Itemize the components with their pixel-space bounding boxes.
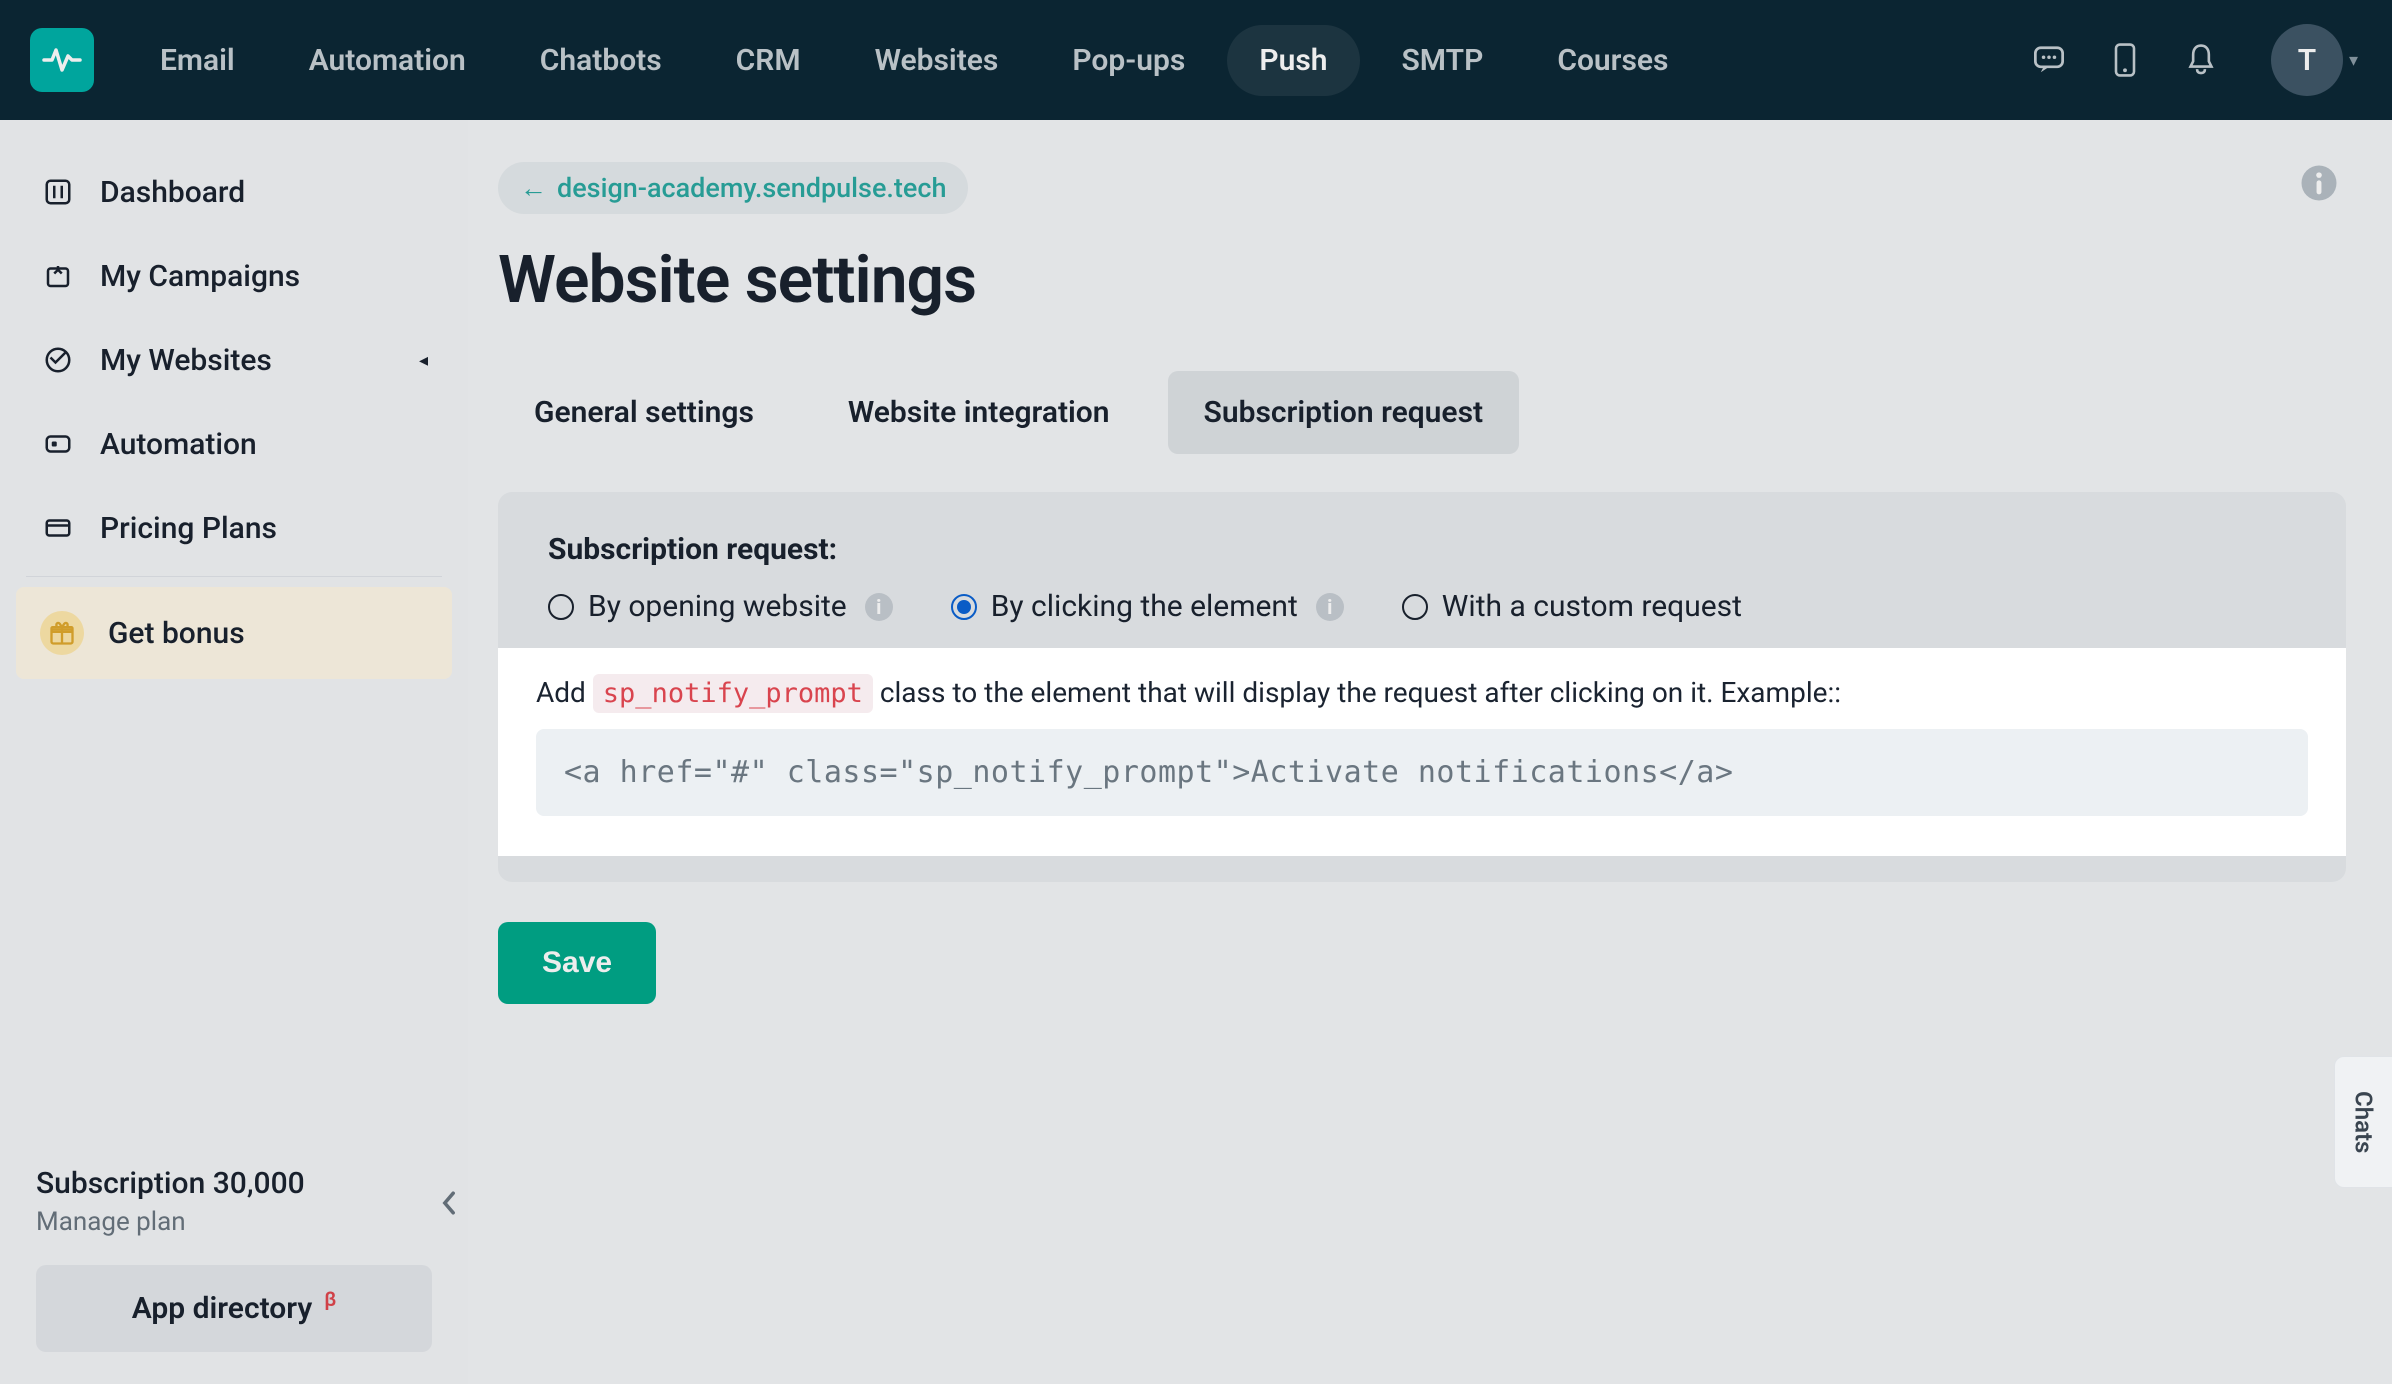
nav-item-chatbots[interactable]: Chatbots: [508, 25, 694, 96]
radio-indicator: [1402, 594, 1428, 620]
bell-icon[interactable]: [2183, 42, 2219, 78]
page-title: Website settings: [498, 242, 2346, 319]
chevron-down-icon: ▾: [2349, 50, 2358, 71]
radio-by-clicking-the-element[interactable]: By clicking the element i: [951, 589, 1344, 624]
radio-with-a-custom-request[interactable]: With a custom request: [1402, 589, 1742, 624]
settings-panel: Subscription request: By opening website…: [498, 492, 2346, 882]
tab-website-integration[interactable]: Website integration: [812, 371, 1146, 454]
breadcrumb[interactable]: ← design-academy.sendpulse.tech: [498, 162, 968, 214]
sidebar-collapse-button[interactable]: [434, 1188, 464, 1218]
nav-item-pop-ups[interactable]: Pop-ups: [1040, 25, 1217, 96]
subscription-count: Subscription 30,000: [36, 1166, 432, 1201]
websites-icon: [40, 342, 76, 378]
panel-heading: Subscription request:: [548, 532, 2296, 567]
messages-icon[interactable]: [2031, 42, 2067, 78]
sidebar-item-bonus[interactable]: Get bonus: [16, 587, 452, 679]
code-class-chip: sp_notify_prompt: [593, 674, 873, 713]
instruction-block: Add sp_notify_prompt class to the elemen…: [498, 648, 2346, 856]
automation-icon: [40, 426, 76, 462]
info-icon[interactable]: i: [865, 593, 893, 621]
chevron-left-icon: ◂: [419, 350, 428, 371]
nav-item-websites[interactable]: Websites: [843, 25, 1031, 96]
tabs: General settings Website integration Subsc…: [498, 371, 2346, 454]
sidebar-item-dashboard[interactable]: Dashboard: [16, 150, 452, 234]
sidebar-item-my-websites[interactable]: My Websites ◂: [16, 318, 452, 402]
avatar: T: [2271, 24, 2343, 96]
sidebar-item-label: My Websites: [100, 343, 272, 378]
pulse-icon: [42, 44, 82, 76]
instruction-pre: Add: [536, 676, 593, 709]
radio-by-opening-website[interactable]: By opening website i: [548, 589, 893, 624]
nav-item-crm[interactable]: CRM: [704, 25, 833, 96]
radio-indicator: [951, 594, 977, 620]
save-button[interactable]: Save: [498, 922, 656, 1004]
topbar: EmailAutomationChatbotsCRMWebsitesPop-up…: [0, 0, 2392, 120]
dashboard-icon: [40, 174, 76, 210]
sidebar-item-label: Dashboard: [100, 175, 245, 210]
sidebar-item-label: Get bonus: [108, 616, 245, 651]
app-directory-button[interactable]: App directory β: [36, 1265, 432, 1352]
code-example[interactable]: <a href="#" class="sp_notify_prompt">Act…: [536, 729, 2308, 816]
sidebar-item-pricing-plans[interactable]: Pricing Plans: [16, 486, 452, 570]
tab-general-settings[interactable]: General settings: [498, 371, 790, 454]
sidebar-footer: Subscription 30,000 Manage plan App dire…: [16, 1166, 452, 1360]
pricing-icon: [40, 510, 76, 546]
top-nav: EmailAutomationChatbotsCRMWebsitesPop-up…: [128, 25, 1700, 96]
sidebar-item-automation[interactable]: Automation: [16, 402, 452, 486]
chats-tab[interactable]: Chats: [2334, 1056, 2392, 1188]
radio-label: By clicking the element: [991, 589, 1298, 624]
gift-icon: [40, 611, 84, 655]
nav-item-automation[interactable]: Automation: [277, 25, 498, 96]
breadcrumb-label: design-academy.sendpulse.tech: [557, 172, 946, 204]
brand-logo[interactable]: [30, 28, 94, 92]
topbar-actions: T ▾: [2031, 24, 2358, 96]
sidebar-item-my-campaigns[interactable]: My Campaigns: [16, 234, 452, 318]
instruction-post: class to the element that will display t…: [873, 676, 1841, 709]
nav-item-push[interactable]: Push: [1227, 25, 1359, 96]
nav-item-smtp[interactable]: SMTP: [1370, 25, 1516, 96]
nav-item-courses[interactable]: Courses: [1525, 25, 1700, 96]
campaigns-icon: [40, 258, 76, 294]
chevron-left-icon: [440, 1189, 458, 1217]
radio-group: By opening websiteiBy clicking the eleme…: [548, 589, 2296, 624]
main-content: ← design-academy.sendpulse.tech Website …: [468, 120, 2392, 1384]
sidebar-item-label: Automation: [100, 427, 257, 462]
sidebar-item-label: Pricing Plans: [100, 511, 277, 546]
sidebar-divider: [26, 576, 442, 577]
manage-plan-link[interactable]: Manage plan: [36, 1207, 432, 1237]
beta-badge: β: [324, 1287, 336, 1311]
radio-label: By opening website: [588, 589, 847, 624]
arrow-left-icon: ←: [520, 172, 547, 204]
tab-subscription-request[interactable]: Subscription request: [1168, 371, 1520, 454]
info-icon[interactable]: i: [1316, 593, 1344, 621]
sidebar-item-label: My Campaigns: [100, 259, 300, 294]
radio-indicator: [548, 594, 574, 620]
help-icon[interactable]: [2298, 162, 2340, 204]
sidebar: Dashboard My Campaigns My Websites ◂ Automat…: [0, 120, 468, 1384]
radio-label: With a custom request: [1442, 589, 1742, 624]
instruction-text: Add sp_notify_prompt class to the elemen…: [536, 676, 2308, 709]
mobile-icon[interactable]: [2107, 42, 2143, 78]
user-menu[interactable]: T ▾: [2259, 24, 2358, 96]
nav-item-email[interactable]: Email: [128, 25, 267, 96]
app-directory-label: App directory: [132, 1291, 313, 1326]
